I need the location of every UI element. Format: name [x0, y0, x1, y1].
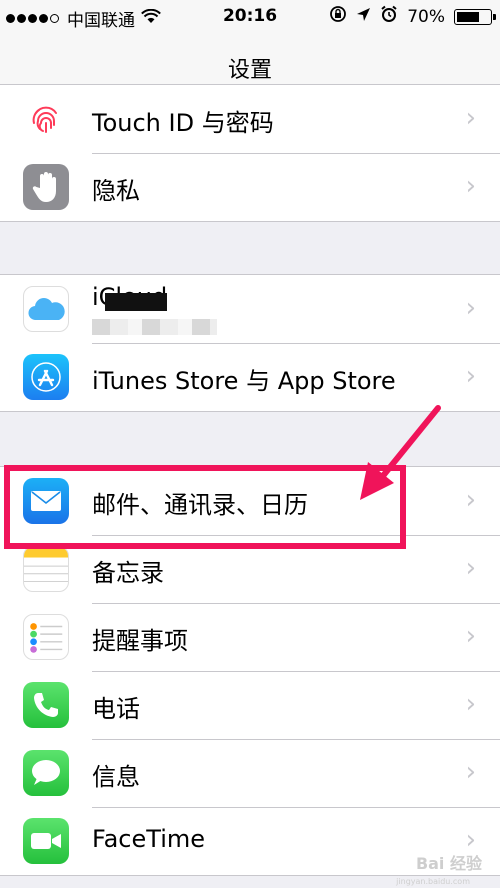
alarm-icon — [380, 5, 398, 28]
messages-icon — [23, 750, 69, 796]
settings-row-label: 隐私 — [92, 177, 140, 205]
settings-row-label: 备忘录 — [92, 559, 164, 587]
settings-row-privacy[interactable]: 隐私 › — [0, 153, 500, 221]
hand-icon — [23, 164, 69, 210]
settings-row-label: FaceTime — [92, 825, 206, 853]
chevron-right-icon: › — [465, 689, 476, 719]
settings-row-reminders[interactable]: 提醒事项 › — [0, 603, 500, 671]
phone-icon — [23, 682, 69, 728]
settings-row-label: 电话 — [92, 695, 140, 723]
facetime-icon — [23, 818, 69, 864]
fingerprint-icon — [23, 96, 69, 142]
battery-icon — [454, 8, 496, 25]
settings-group-accounts: iCloud › iTunes Store 与 App Store › — [0, 274, 500, 412]
chevron-right-icon: › — [465, 485, 476, 515]
settings-row-label: Touch ID 与密码 — [92, 109, 274, 137]
chevron-right-icon: › — [465, 757, 476, 787]
highlight-box — [4, 465, 406, 549]
reminders-icon — [23, 614, 69, 660]
chevron-right-icon: › — [465, 361, 476, 391]
chevron-right-icon: › — [465, 553, 476, 583]
settings-row-label: 提醒事项 — [92, 627, 188, 655]
rotation-lock-icon — [329, 5, 347, 28]
settings-row-itunes-app-store[interactable]: iTunes Store 与 App Store › — [0, 343, 500, 411]
chevron-right-icon: › — [465, 621, 476, 651]
chevron-right-icon: › — [465, 293, 476, 323]
chevron-right-icon: › — [465, 103, 476, 133]
location-arrow-icon — [356, 7, 371, 27]
settings-row-icloud[interactable]: iCloud › — [0, 275, 500, 343]
redacted-account-block — [105, 293, 167, 311]
settings-row-phone[interactable]: 电话 › — [0, 671, 500, 739]
status-bar: 中国联通 20:16 70% — [0, 0, 500, 34]
settings-row-messages[interactable]: 信息 › — [0, 739, 500, 807]
settings-row-touch-id[interactable]: Touch ID 与密码 › — [0, 85, 500, 153]
settings-row-label: iTunes Store 与 App Store — [92, 367, 396, 395]
redacted-account-name — [92, 319, 217, 335]
settings-group-security: Touch ID 与密码 › 隐私 › — [0, 84, 500, 222]
settings-row-label: 信息 — [92, 763, 140, 791]
status-right: 70% — [329, 5, 496, 28]
watermark-logo: Bai 经验 — [415, 854, 482, 873]
app-store-icon — [23, 354, 69, 400]
watermark-url: jingyan.baidu.com — [396, 877, 470, 886]
icloud-icon — [23, 286, 69, 332]
notes-icon — [23, 546, 69, 592]
chevron-right-icon: › — [465, 171, 476, 201]
page-title: 设置 — [227, 58, 272, 83]
battery-percent: 70% — [407, 6, 445, 27]
